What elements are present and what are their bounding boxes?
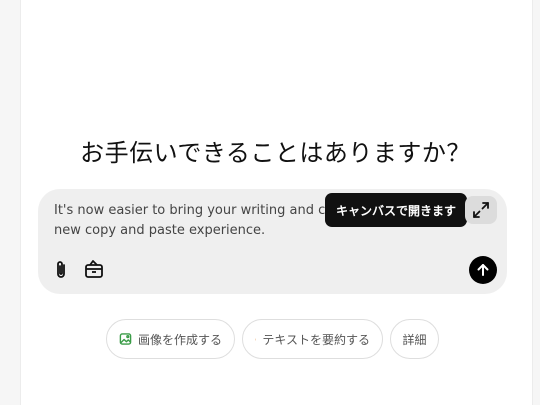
chip-label: 画像を作成する (137, 332, 222, 347)
attach-button[interactable] (49, 258, 73, 282)
document-icon (255, 338, 257, 340)
tooltip-open-canvas: キャンバスで開きます (325, 193, 468, 227)
image-icon (119, 333, 132, 345)
create-image-chip[interactable]: 画像を作成する (106, 319, 235, 359)
send-button[interactable] (469, 256, 497, 284)
chip-label: 詳細 (402, 332, 427, 347)
more-chip[interactable]: 詳細 (390, 319, 439, 359)
chip-label: テキストを要約する (262, 332, 370, 347)
message-input[interactable]: It's now easier to bring your writing an… (54, 201, 354, 241)
open-canvas-button[interactable] (465, 196, 497, 224)
page-title: お手伝いできることはありますか？ (80, 139, 471, 167)
tools-button[interactable] (82, 257, 106, 281)
paperclip-icon (57, 261, 65, 278)
toolbox-icon (85, 260, 103, 278)
summarize-text-chip[interactable]: テキストを要約する (242, 319, 383, 359)
message-text-line-2: new copy and paste experience. (54, 223, 266, 238)
arrow-up-icon (477, 264, 489, 276)
expand-icon (473, 202, 489, 218)
message-text-line-1: It's now easier to bring your writing an… (54, 203, 341, 218)
